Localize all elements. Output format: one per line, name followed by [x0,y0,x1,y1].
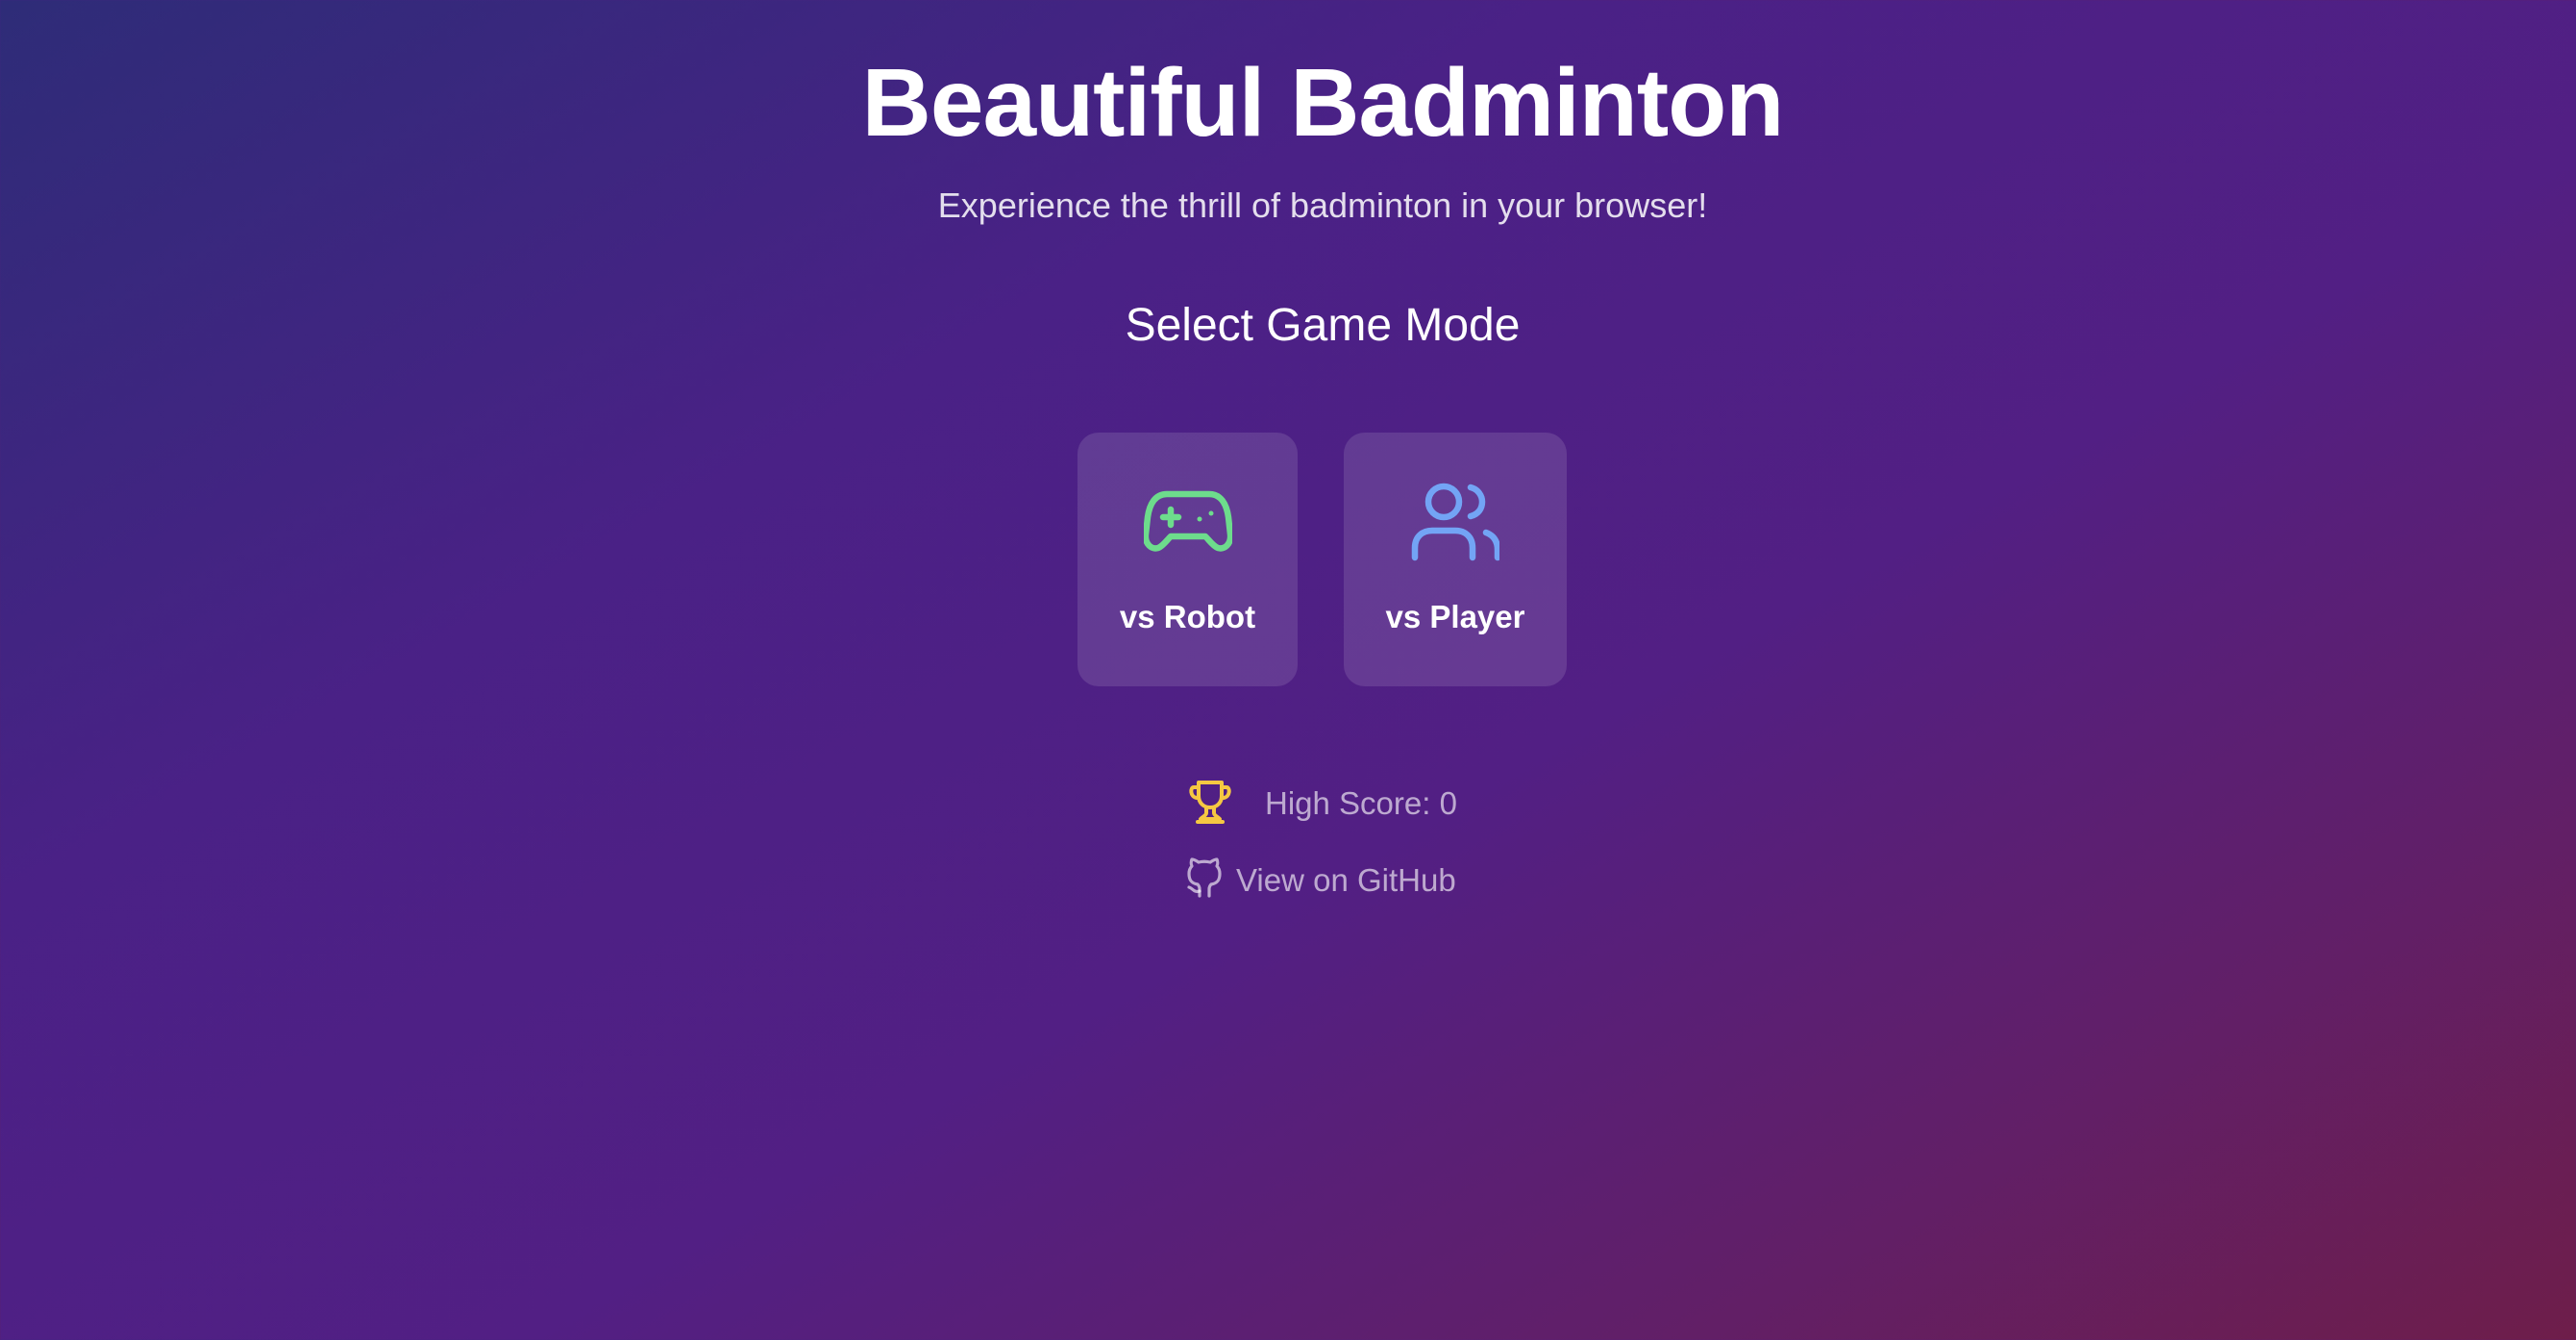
github-link[interactable]: View on GitHub [1186,856,1456,906]
game-mode-heading: Select Game Mode [1125,300,1521,351]
github-icon [1186,856,1223,905]
github-link-text: View on GitHub [1236,862,1456,898]
vs-player-label: vs Player [1385,599,1525,634]
gamepad-icon [1077,483,1298,559]
vs-robot-button[interactable]: vs Robot [1077,433,1298,686]
trophy-icon [1188,779,1232,830]
page-subtitle: Experience the thrill of badminton in yo… [937,186,1708,225]
users-icon [1344,483,1567,561]
high-score: High Score: 0 [1188,779,1457,829]
vs-player-button[interactable]: vs Player [1344,433,1567,686]
start-screen: Beautiful Badminton Experience the thril… [0,0,2576,1340]
vs-robot-label: vs Robot [1119,599,1256,634]
page-title: Beautiful Badminton [861,49,1785,157]
high-score-text: High Score: 0 [1265,785,1457,821]
